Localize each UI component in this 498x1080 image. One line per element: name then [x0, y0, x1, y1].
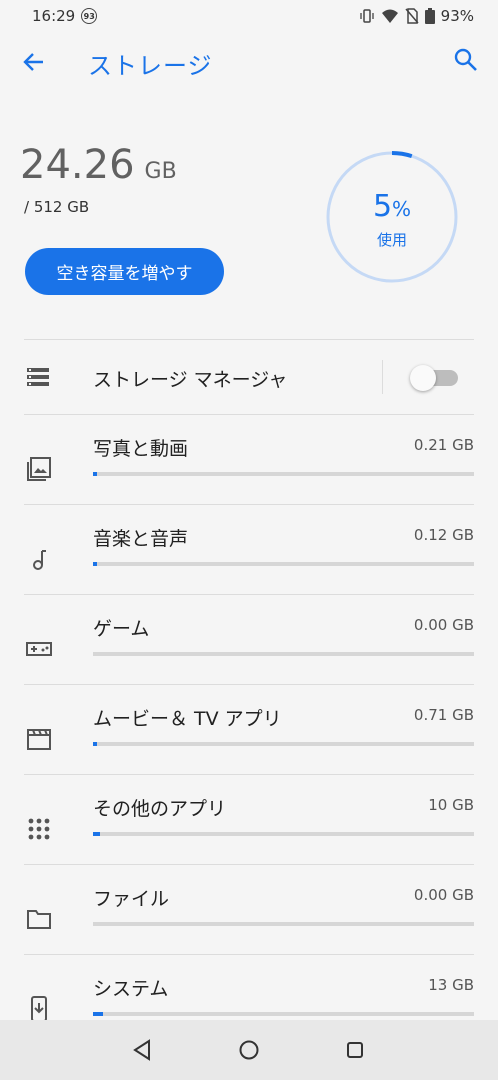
category-size: 0.12 GB: [413, 526, 474, 544]
storage-manager-toggle[interactable]: [410, 365, 458, 391]
category-usage-bar: [93, 742, 474, 746]
category-usage-bar: [93, 832, 474, 836]
category-usage-fill: [93, 832, 101, 836]
category-label: 写真と動画: [93, 438, 189, 460]
battery-icon: [424, 8, 435, 24]
total-capacity: / 512 GB: [24, 198, 90, 216]
category-size: 10 GB: [428, 796, 474, 814]
category-size: 13 GB: [428, 976, 474, 994]
category-row-music[interactable]: 音楽と音声 0.12 GB: [0, 504, 498, 594]
used-storage: 24.26 GB: [20, 142, 177, 188]
status-bar: 16:29 93 93%: [0, 0, 498, 32]
category-row-games[interactable]: ゲーム 0.00 GB: [0, 594, 498, 684]
search-icon[interactable]: [452, 46, 480, 74]
nav-back-icon[interactable]: [129, 1036, 157, 1064]
category-usage-fill: [93, 472, 97, 476]
category-usage-bar: [93, 922, 474, 926]
category-label: システム: [93, 978, 169, 1000]
usage-percent-sign: %: [392, 197, 412, 221]
notification-count-badge: 93: [81, 8, 98, 24]
toggle-separator: [382, 360, 383, 394]
gamepad-icon: [26, 642, 52, 656]
usage-percent-value: 5: [372, 189, 393, 224]
battery-percent: 93%: [440, 7, 474, 25]
music-note-icon: [33, 550, 46, 570]
category-usage-fill: [93, 1012, 103, 1016]
no-sim-icon: [405, 8, 419, 24]
app-bar: ストレージ: [0, 32, 498, 94]
usage-percent: 5%: [326, 189, 458, 224]
category-label: 音楽と音声: [93, 528, 189, 550]
category-row-movies[interactable]: ムービー＆ TV アプリ 0.71 GB: [0, 684, 498, 774]
category-label: ムービー＆ TV アプリ: [93, 708, 282, 730]
free-up-space-button[interactable]: 空き容量を増やす: [25, 248, 224, 295]
category-usage-fill: [93, 562, 97, 566]
category-usage-bar: [93, 1012, 474, 1016]
storage-manager-row[interactable]: ストレージ マネージャ: [0, 340, 498, 414]
used-unit: GB: [144, 159, 177, 184]
wifi-icon: [381, 9, 398, 23]
category-row-other-apps[interactable]: その他のアプリ 10 GB: [0, 774, 498, 864]
usage-label: 使用: [376, 231, 407, 249]
category-size: 0.00 GB: [413, 616, 474, 634]
category-label: ファイル: [93, 888, 170, 910]
storage-manager-icon: [27, 368, 49, 386]
toggle-thumb: [410, 365, 436, 391]
apps-grid-icon: [28, 818, 50, 840]
system-navigation-bar: [0, 1020, 498, 1080]
category-usage-bar: [93, 472, 474, 476]
page-title: ストレージ: [88, 52, 213, 80]
category-size: 0.21 GB: [413, 436, 474, 454]
category-usage-bar: [93, 652, 474, 656]
vibrate-icon: [360, 9, 374, 23]
nav-home-icon[interactable]: [235, 1036, 263, 1064]
storage-manager-label: ストレージ マネージャ: [93, 369, 288, 391]
movie-icon: [27, 729, 51, 750]
status-time: 16:29: [32, 7, 76, 25]
category-label: ゲーム: [93, 618, 150, 640]
category-size: 0.00 GB: [413, 886, 474, 904]
category-row-files[interactable]: ファイル 0.00 GB: [0, 864, 498, 954]
system-phone-icon: [31, 996, 47, 1022]
category-size: 0.71 GB: [413, 706, 474, 724]
folder-icon: [27, 910, 51, 929]
category-usage-bar: [93, 562, 474, 566]
category-row-photos[interactable]: 写真と動画 0.21 GB: [0, 414, 498, 504]
arrow-back-icon[interactable]: [20, 48, 48, 76]
photo-icon: [27, 457, 51, 481]
used-value: 24.26: [20, 142, 135, 188]
category-usage-fill: [93, 742, 97, 746]
category-label: その他のアプリ: [93, 798, 227, 820]
storage-screen: 16:29 93 93% ストレージ 24.26 GB / 512 GB 空き容…: [0, 0, 498, 1080]
nav-recents-icon[interactable]: [341, 1036, 369, 1064]
